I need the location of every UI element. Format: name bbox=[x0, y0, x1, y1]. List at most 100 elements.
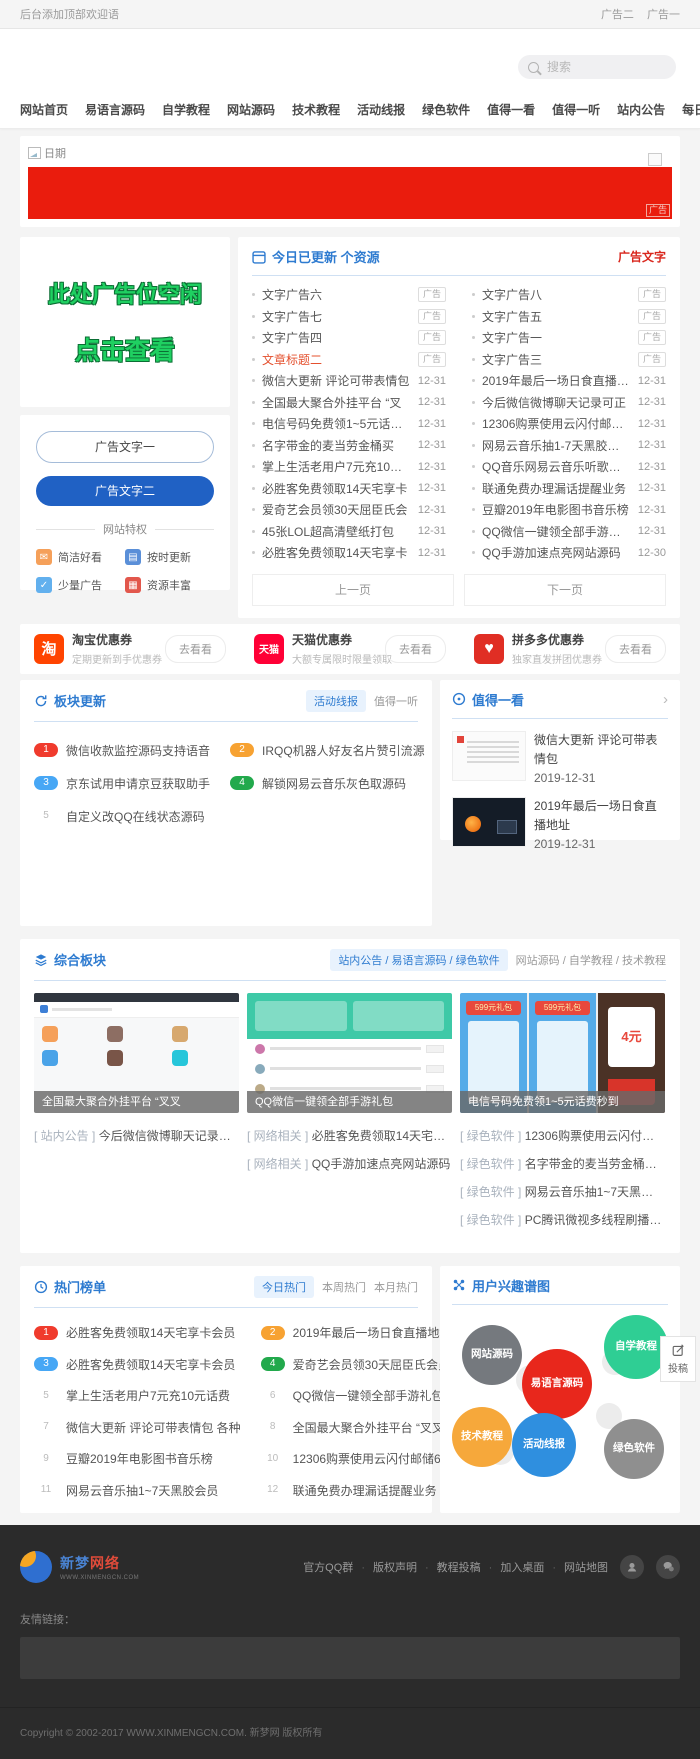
article-list-item[interactable]: 文字广告四 广告 bbox=[252, 327, 446, 349]
nav-item[interactable]: 易语言源码 bbox=[85, 101, 145, 118]
hot-list-item[interactable]: 2 2019年最后一场日食直播地址 bbox=[261, 1324, 468, 1341]
hot-list-item[interactable]: 3 必胜客免费领取14天宅享卡会员 bbox=[34, 1356, 241, 1373]
red-ad-banner[interactable]: 广告 bbox=[28, 167, 672, 219]
article-list-item[interactable]: 全国最大聚合外挂平台 “叉 12-31 bbox=[252, 392, 446, 414]
article-list-item[interactable]: 2019年最后一场日食直播地址 12-31 bbox=[472, 370, 666, 392]
category-list-item[interactable]: 绿色软件12306购票使用云闪付邮储60-30 bbox=[460, 1127, 665, 1144]
module-list-item[interactable]: 1 微信收款监控源码支持语音 bbox=[34, 742, 210, 759]
category-list-item[interactable]: 绿色软件网易云音乐抽1~7天黑胶会员 bbox=[460, 1183, 665, 1200]
footer-logo-icon[interactable] bbox=[20, 1551, 52, 1583]
hot-list-item[interactable]: 9 豆瓣2019年电影图书音乐榜 bbox=[34, 1450, 241, 1467]
worth-see-item[interactable]: 2019年最后一场日食直播地址 2019-12-31 bbox=[452, 797, 668, 851]
tab-hot-week[interactable]: 本周热门 bbox=[322, 1279, 366, 1295]
article-list-item[interactable]: 网易云音乐抽1-7天黑胶会员 12-31 bbox=[472, 435, 666, 457]
post-image[interactable]: 599元礼包 599元礼包 4元 电信号码免费领1~5元话费秒到 bbox=[460, 993, 665, 1113]
tab-activity-news[interactable]: 活动线报 bbox=[306, 690, 366, 712]
tab-group-active[interactable]: 站内公告 / 易语言源码 / 绿色软件 bbox=[330, 949, 507, 971]
prev-page-button[interactable]: 上一页 bbox=[252, 574, 454, 606]
article-list-item[interactable]: 文字广告八 广告 bbox=[472, 284, 666, 306]
nav-item[interactable]: 绿色软件 bbox=[422, 101, 470, 118]
footer-link[interactable]: 版权声明 bbox=[353, 1559, 417, 1575]
article-list-item[interactable]: 文字广告七 广告 bbox=[252, 306, 446, 328]
category-list-item[interactable]: 网络相关QQ手游加速点亮网站源码 bbox=[247, 1155, 452, 1172]
module-list-item[interactable]: 3 京东试用申请京豆获取助手 bbox=[34, 775, 210, 792]
category-list-item[interactable]: 站内公告今后微信微博聊天记录可正式 bbox=[34, 1127, 239, 1144]
ad-text-button-1[interactable]: 广告文字一 bbox=[36, 431, 214, 463]
submit-post-button[interactable]: 投稿 bbox=[660, 1336, 696, 1382]
hot-list-item[interactable]: 1 必胜客免费领取14天宅享卡会员 bbox=[34, 1324, 241, 1341]
tab-worth-listen[interactable]: 值得一听 bbox=[374, 693, 418, 709]
article-list-item[interactable]: 爱奇艺会员领30天屈臣氏会 12-31 bbox=[252, 499, 446, 521]
search-input[interactable] bbox=[545, 59, 649, 75]
nav-item[interactable]: 技术教程 bbox=[292, 101, 340, 118]
ad-text-button-2[interactable]: 广告文字二 bbox=[36, 476, 214, 506]
bubble-tech-tutorial[interactable]: 技术教程 bbox=[452, 1407, 512, 1467]
article-list-item[interactable]: 必胜客免费领取14天宅享卡 12-31 bbox=[252, 478, 446, 500]
module-list-item[interactable]: 2 IRQQ机器人好友名片赞引流源 bbox=[230, 742, 425, 759]
tab-group-inactive[interactable]: 网站源码 / 自学教程 / 技术教程 bbox=[516, 952, 666, 968]
hot-list-item[interactable]: 12 联通免费办理漏话提醒业务 bbox=[261, 1482, 468, 1499]
bubble-activity-news[interactable]: 活动线报 bbox=[512, 1413, 576, 1477]
qq-icon[interactable] bbox=[620, 1555, 644, 1579]
topbar-ad-link-1[interactable]: 广告一 bbox=[647, 9, 680, 21]
wechat-icon[interactable] bbox=[656, 1555, 680, 1579]
coupon-go-button[interactable]: 去看看 bbox=[165, 635, 226, 663]
module-list-item[interactable]: 4 解锁网易云音乐灰色取源码 bbox=[230, 775, 425, 792]
footer-link[interactable]: 教程投稿 bbox=[417, 1559, 481, 1575]
hot-list-item[interactable]: 5 掌上生活老用户7元充10元话费 bbox=[34, 1387, 241, 1404]
hot-list-item[interactable]: 7 微信大更新 评论可带表情包 各种 bbox=[34, 1419, 241, 1436]
category-list-item[interactable]: 网络相关必胜客免费领取14天宅享卡会员 bbox=[247, 1127, 452, 1144]
search-box[interactable] bbox=[518, 55, 676, 79]
footer-link[interactable]: 加入桌面 bbox=[481, 1559, 545, 1575]
article-list-item[interactable]: 必胜客免费领取14天宅享卡 12-31 bbox=[252, 542, 446, 564]
bubble-green-software[interactable]: 绿色软件 bbox=[604, 1419, 664, 1479]
nav-item[interactable]: 网站首页 bbox=[20, 101, 68, 118]
category-list-item[interactable]: 绿色软件名字带金的麦当劳金桶买1送 bbox=[460, 1155, 665, 1172]
nav-item[interactable]: 网站源码 bbox=[227, 101, 275, 118]
hot-list-item[interactable]: 6 QQ微信一键领全部手游礼包 bbox=[261, 1387, 468, 1404]
article-list-item[interactable]: 文字广告一 广告 bbox=[472, 327, 666, 349]
next-page-button[interactable]: 下一页 bbox=[464, 574, 666, 606]
topbar-ad-link-2[interactable]: 广告二 bbox=[601, 9, 634, 21]
article-list-item[interactable]: 名字带金的麦当劳金桶买 12-31 bbox=[252, 435, 446, 457]
article-list-item[interactable]: 电信号码免费领1~5元话费秒 12-31 bbox=[252, 413, 446, 435]
hot-list-item[interactable]: 4 爱奇艺会员领30天屈臣氏会员 bbox=[261, 1356, 468, 1373]
bubble-easy-language[interactable]: 易语言源码 bbox=[522, 1349, 592, 1419]
nav-item[interactable]: 自学教程 bbox=[162, 101, 210, 118]
nav-item[interactable]: 活动线报 bbox=[357, 101, 405, 118]
nav-item[interactable]: 站内公告 bbox=[617, 101, 665, 118]
tab-hot-today[interactable]: 今日热门 bbox=[254, 1276, 314, 1298]
footer-link[interactable]: 官方QQ群 bbox=[303, 1559, 353, 1575]
article-list-item[interactable]: 文字广告五 广告 bbox=[472, 306, 666, 328]
nav-item[interactable]: 值得一听 bbox=[552, 101, 600, 118]
article-list-item[interactable]: 12306购票使用云闪付邮储6 12-31 bbox=[472, 413, 666, 435]
article-list-item[interactable]: QQ手游加速点亮网站源码 12-30 bbox=[472, 542, 666, 564]
nav-item[interactable]: 值得一看 bbox=[487, 101, 535, 118]
site-logo[interactable] bbox=[20, 47, 180, 87]
category-list-item[interactable]: 绿色软件PC腾讯微视多线程刷播放量源码 bbox=[460, 1211, 665, 1228]
bubble-self-study[interactable]: 自学教程 bbox=[604, 1315, 668, 1379]
post-image[interactable]: 全国最大聚合外挂平台 “叉叉 bbox=[34, 993, 239, 1113]
article-list-item[interactable]: 掌上生活老用户7元充10元话 12-31 bbox=[252, 456, 446, 478]
bubble-website-source[interactable]: 网站源码 bbox=[462, 1325, 522, 1385]
article-list-item[interactable]: QQ音乐网易云音乐听歌回忆 12-31 bbox=[472, 456, 666, 478]
article-list-item[interactable]: 文章标题二 广告 bbox=[252, 349, 446, 371]
article-list-item[interactable]: QQ微信一键领全部手游礼包 12-31 bbox=[472, 521, 666, 543]
hot-list-item[interactable]: 11 网易云音乐抽1~7天黑胶会员 bbox=[34, 1482, 241, 1499]
article-list-item[interactable]: 豆瓣2019年电影图书音乐榜 12-31 bbox=[472, 499, 666, 521]
hot-list-item[interactable]: 10 12306购票使用云闪付邮储60-30 bbox=[261, 1450, 468, 1467]
sidebar-ad-slot[interactable]: 此处广告位空闲 点击查看 bbox=[20, 237, 230, 407]
ad-text-link[interactable]: 广告文字 bbox=[618, 248, 666, 265]
post-image[interactable]: QQ微信一键领全部手游礼包 bbox=[247, 993, 452, 1113]
coupon-go-button[interactable]: 去看看 bbox=[605, 635, 666, 663]
module-list-item[interactable]: 5 自定义改QQ在线状态源码 bbox=[34, 808, 210, 825]
nav-item[interactable]: 每日必买 bbox=[682, 101, 700, 118]
chevron-right-icon[interactable]: › bbox=[663, 692, 668, 707]
article-list-item[interactable]: 文字广告三 广告 bbox=[472, 349, 666, 371]
article-list-item[interactable]: 今后微信微博聊天记录可正 12-31 bbox=[472, 392, 666, 414]
article-list-item[interactable]: 45张LOL超高清壁纸打包 12-31 bbox=[252, 521, 446, 543]
article-list-item[interactable]: 联通免费办理漏话提醒业务 12-31 bbox=[472, 478, 666, 500]
footer-link[interactable]: 网站地图 bbox=[544, 1559, 608, 1575]
worth-see-item[interactable]: 微信大更新 评论可带表情包 2019-12-31 bbox=[452, 731, 668, 785]
hot-list-item[interactable]: 8 全国最大聚合外挂平台 “叉叉助手 bbox=[261, 1419, 468, 1436]
